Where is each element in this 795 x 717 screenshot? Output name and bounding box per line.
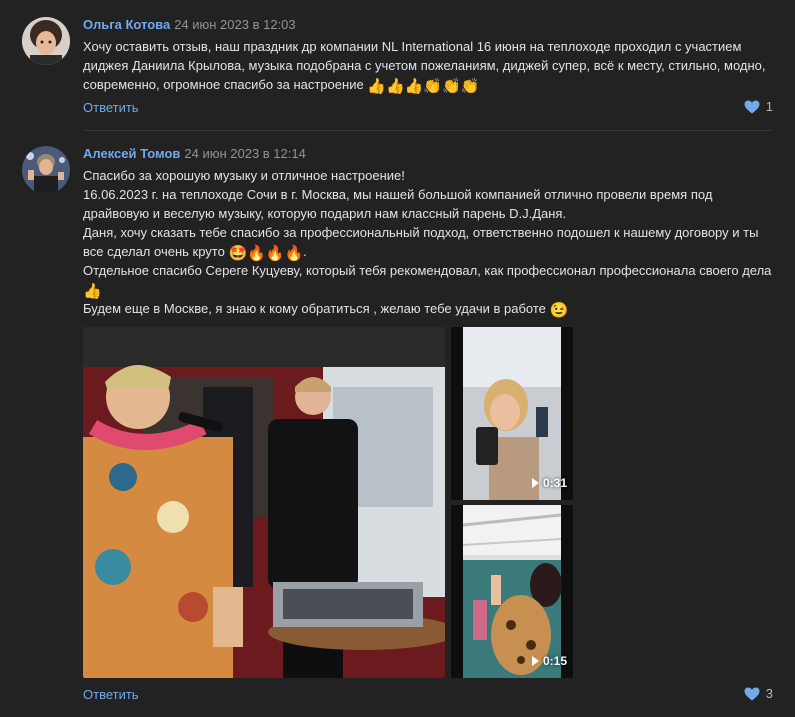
video-attachment[interactable]: 0:31 <box>451 327 573 500</box>
text-line: Спасибо за хорошую музыку и отличное нас… <box>83 168 405 183</box>
duration-text: 0:15 <box>542 654 567 668</box>
text-line: все сделал очень круто 🤩🔥🔥🔥. <box>83 242 783 261</box>
text-line: Даня, хочу сказать тебе спасибо за профе… <box>83 225 759 240</box>
comment-date[interactable]: 24 июн 2023 в 12:14 <box>184 146 305 161</box>
divider <box>83 130 773 131</box>
wink-emoji: 😉 <box>549 302 569 319</box>
play-icon <box>531 656 539 666</box>
text-line-part: современно, огромное спасибо за настроен… <box>83 77 364 92</box>
text-line-part: . <box>303 244 307 259</box>
reply-button[interactable]: Ответить <box>83 100 139 115</box>
author-name[interactable]: Ольга Котова <box>83 17 170 32</box>
video-duration: 0:15 <box>531 654 567 668</box>
play-icon <box>531 478 539 488</box>
text-line: Будем еще в Москве, я знаю к кому обрати… <box>83 299 783 318</box>
comment-date[interactable]: 24 июн 2023 в 12:03 <box>174 17 295 32</box>
duration-text: 0:31 <box>542 476 567 490</box>
like-button[interactable]: 3 <box>744 686 773 701</box>
photo-attachment[interactable] <box>83 327 445 678</box>
avatar[interactable] <box>22 146 70 194</box>
like-count: 1 <box>765 99 773 114</box>
video-attachment[interactable]: 0:15 <box>451 505 573 678</box>
comment-text: Спасибо за хорошую музыку и отличное нас… <box>83 166 783 318</box>
text-line: современно, огромное спасибо за настроен… <box>83 75 783 94</box>
comment-meta: Алексей Томов 24 июн 2023 в 12:14 <box>83 146 306 162</box>
text-line: Хочу оставить отзыв, наш праздник др ком… <box>83 39 742 54</box>
like-count: 3 <box>765 686 773 701</box>
text-line: Отдельное спасибо Сереге Куцуеву, которы… <box>83 263 772 278</box>
thumbs-up-emoji: 👍 <box>83 283 102 300</box>
avatar[interactable] <box>22 17 70 65</box>
like-button[interactable]: 1 <box>744 99 773 114</box>
comment-meta: Ольга Котова 24 июн 2023 в 12:03 <box>83 17 296 33</box>
author-name[interactable]: Алексей Томов <box>83 146 180 161</box>
text-line-part: все сделал очень круто <box>83 244 225 259</box>
text-line: 👍 <box>83 280 783 299</box>
comment-text: Хочу оставить отзыв, наш праздник др ком… <box>83 37 783 94</box>
text-line-part: Будем еще в Москве, я знаю к кому обрати… <box>83 301 546 316</box>
emoji-group: 👍👍👍👏👏👏 <box>367 78 480 95</box>
text-line: драйвовую и веселую музыку, которую пода… <box>83 206 567 221</box>
reply-button[interactable]: Ответить <box>83 687 139 702</box>
heart-icon <box>744 687 760 700</box>
emoji-group: 🤩🔥🔥🔥 <box>228 245 304 262</box>
text-line: 16.06.2023 г. на теплоходе Сочи в г. Мос… <box>83 187 713 202</box>
video-duration: 0:31 <box>531 476 567 490</box>
heart-icon <box>744 100 760 113</box>
text-line: диджея Даниила Крылова, музыка подобрана… <box>83 58 766 73</box>
